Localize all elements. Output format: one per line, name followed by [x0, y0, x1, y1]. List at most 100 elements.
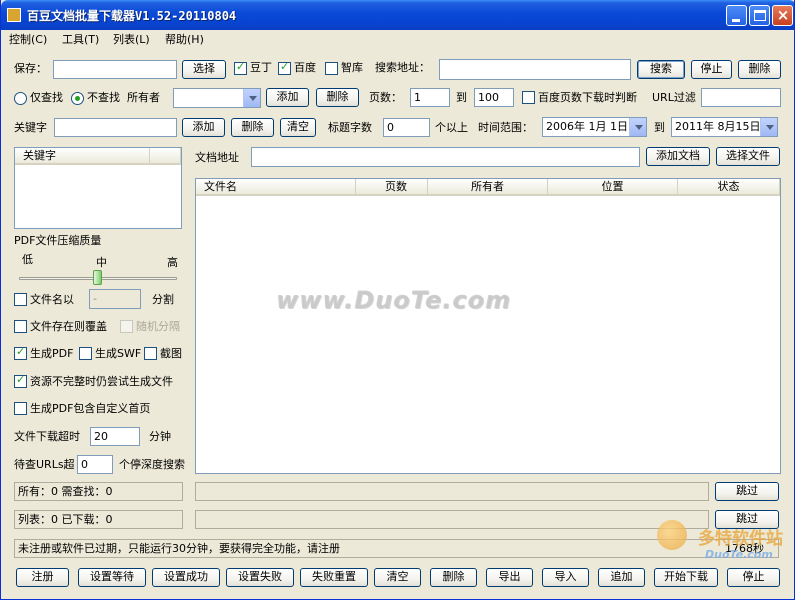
only-find-label: 仅查找 — [30, 91, 63, 104]
column-status[interactable]: 状态 — [678, 179, 780, 196]
set-failed-button[interactable]: 设置失败 — [226, 568, 294, 587]
search-address-label: 搜索地址： — [375, 61, 430, 74]
keyword-list-header-extra — [150, 148, 181, 165]
add-owner-button[interactable]: 添加 — [266, 88, 309, 107]
screenshot-label: 截图 — [160, 347, 182, 360]
only-find-radio[interactable] — [14, 92, 27, 105]
no-find-radio[interactable] — [71, 92, 84, 105]
menu-tools[interactable]: 工具(T) — [62, 31, 99, 47]
keyword-input[interactable] — [54, 118, 177, 137]
minimize-icon — [732, 19, 740, 22]
choose-file-button[interactable]: 选择文件 — [716, 147, 780, 166]
gen-pdf-checkbox[interactable] — [14, 345, 27, 360]
menu-list[interactable]: 列表(L) — [113, 31, 150, 47]
quality-low-label: 低 — [22, 253, 33, 266]
search-address-input[interactable] — [439, 59, 631, 80]
overwrite-checkbox[interactable] — [14, 320, 27, 333]
import-button[interactable]: 导入 — [542, 568, 589, 587]
clear-keyword-button[interactable]: 清空 — [280, 118, 316, 137]
add-keyword-button[interactable]: 添加 — [182, 118, 225, 137]
set-success-button[interactable]: 设置成功 — [152, 568, 220, 587]
pages-label: 页数： — [369, 91, 402, 104]
add-doc-button[interactable]: 添加文档 — [646, 147, 710, 166]
notice-bar: 未注册或软件已过期，只能运行30分钟，要获得完全功能，请注册 1768秒 — [14, 539, 779, 558]
chevron-down-icon — [243, 89, 260, 107]
reset-failed-button[interactable]: 失败重置 — [300, 568, 368, 587]
clear-list-button[interactable]: 清空 — [374, 568, 421, 587]
pages-from-input[interactable]: 1 — [410, 88, 450, 107]
custom-cover-label: 生成PDF包含自定义首页 — [30, 402, 151, 415]
no-find-label: 不查找 — [87, 91, 120, 104]
column-location[interactable]: 位置 — [548, 179, 678, 196]
date-to-value: 2011年 8月15日 — [675, 120, 761, 133]
delete-search-button[interactable]: 删除 — [738, 60, 781, 79]
save-path-input[interactable] — [53, 60, 177, 79]
date-to-label: 到 — [654, 121, 665, 134]
keyword-label: 关键字 — [14, 121, 47, 134]
search-button[interactable]: 搜索 — [637, 60, 685, 79]
append-button[interactable]: 追加 — [598, 568, 645, 587]
notice-text: 未注册或软件已过期，只能运行30分钟，要获得完全功能，请注册 — [18, 542, 340, 555]
zhiku-checkbox[interactable] — [325, 62, 338, 75]
maximize-button[interactable] — [749, 5, 770, 26]
pdf-quality-label: PDF文件压缩质量 — [14, 234, 102, 247]
custom-cover-checkbox[interactable] — [14, 402, 27, 415]
baidu-pages-label: 百度页数下载时判断 — [538, 91, 637, 104]
title-chars-above-label: 个以上 — [435, 121, 468, 134]
skip-button-2[interactable]: 跳过 — [715, 510, 779, 529]
screenshot-checkbox[interactable] — [144, 347, 157, 360]
date-from-picker[interactable]: 2006年 1月 1日 — [542, 117, 647, 137]
title-chars-input[interactable]: 0 — [383, 118, 430, 137]
url-filter-input[interactable] — [701, 88, 781, 107]
column-owner[interactable]: 所有者 — [428, 179, 548, 196]
column-pages[interactable]: 页数 — [356, 179, 428, 196]
register-button[interactable]: 注册 — [16, 568, 69, 587]
owner-dropdown[interactable] — [173, 88, 261, 108]
pending-urls-input[interactable]: 0 — [77, 455, 113, 474]
maximize-icon — [754, 10, 766, 21]
menu-control[interactable]: 控制(C) — [9, 31, 47, 47]
gen-pdf-label: 生成PDF — [30, 347, 74, 360]
set-waiting-button[interactable]: 设置等待 — [78, 568, 146, 587]
baidu-checkbox[interactable] — [278, 60, 291, 75]
filename-sep-checkbox[interactable] — [14, 293, 27, 306]
filename-sep-input[interactable]: - — [89, 289, 141, 309]
chevron-down-icon — [760, 118, 777, 136]
keyword-list-header[interactable]: 关键字 — [15, 148, 150, 165]
choose-save-button[interactable]: 选择 — [182, 60, 226, 79]
skip-button-1[interactable]: 跳过 — [715, 482, 779, 501]
doudin-label: 豆丁 — [250, 61, 272, 74]
delete-owner-button[interactable]: 删除 — [316, 88, 359, 107]
title-bar[interactable]: 百豆文档批量下载器V1.52-20110804 × — [1, 0, 794, 30]
incomplete-checkbox[interactable] — [14, 373, 27, 388]
timeout-label: 文件下载超时 — [14, 430, 80, 443]
date-to-picker[interactable]: 2011年 8月15日 — [671, 117, 778, 137]
time-range-label: 时间范围： — [478, 121, 533, 134]
doc-address-input[interactable] — [251, 147, 640, 167]
save-label: 保存： — [14, 62, 47, 75]
quality-mid-label: 中 — [96, 256, 107, 269]
document-list[interactable]: 文件名 页数 所有者 位置 状态 — [195, 178, 781, 474]
doudin-checkbox[interactable] — [234, 60, 247, 75]
column-filename[interactable]: 文件名 — [196, 179, 356, 196]
minimize-button[interactable] — [726, 5, 747, 26]
gen-swf-checkbox[interactable] — [79, 347, 92, 360]
pages-to-input[interactable]: 100 — [474, 88, 514, 107]
pdf-quality-slider[interactable] — [19, 270, 177, 286]
stop-search-button[interactable]: 停止 — [691, 60, 732, 79]
random-sep-checkbox[interactable] — [120, 320, 133, 333]
keyword-list[interactable]: 关键字 — [14, 147, 182, 229]
stop-download-button[interactable]: 停止 — [727, 568, 780, 587]
start-download-button[interactable]: 开始下载 — [654, 568, 718, 587]
random-sep-label: 随机分隔 — [136, 320, 180, 333]
doc-address-label: 文档地址 — [195, 151, 239, 164]
timeout-input[interactable]: 20 — [90, 427, 140, 446]
close-button[interactable]: × — [772, 5, 793, 26]
baidu-pages-checkbox[interactable] — [522, 91, 535, 104]
delete-list-button[interactable]: 删除 — [430, 568, 477, 587]
export-button[interactable]: 导出 — [486, 568, 533, 587]
menu-help[interactable]: 帮助(H) — [165, 31, 204, 47]
slider-thumb[interactable] — [93, 270, 102, 285]
delete-keyword-button[interactable]: 删除 — [231, 118, 274, 137]
stop-depth-label: 个停深度搜索 — [119, 458, 185, 471]
